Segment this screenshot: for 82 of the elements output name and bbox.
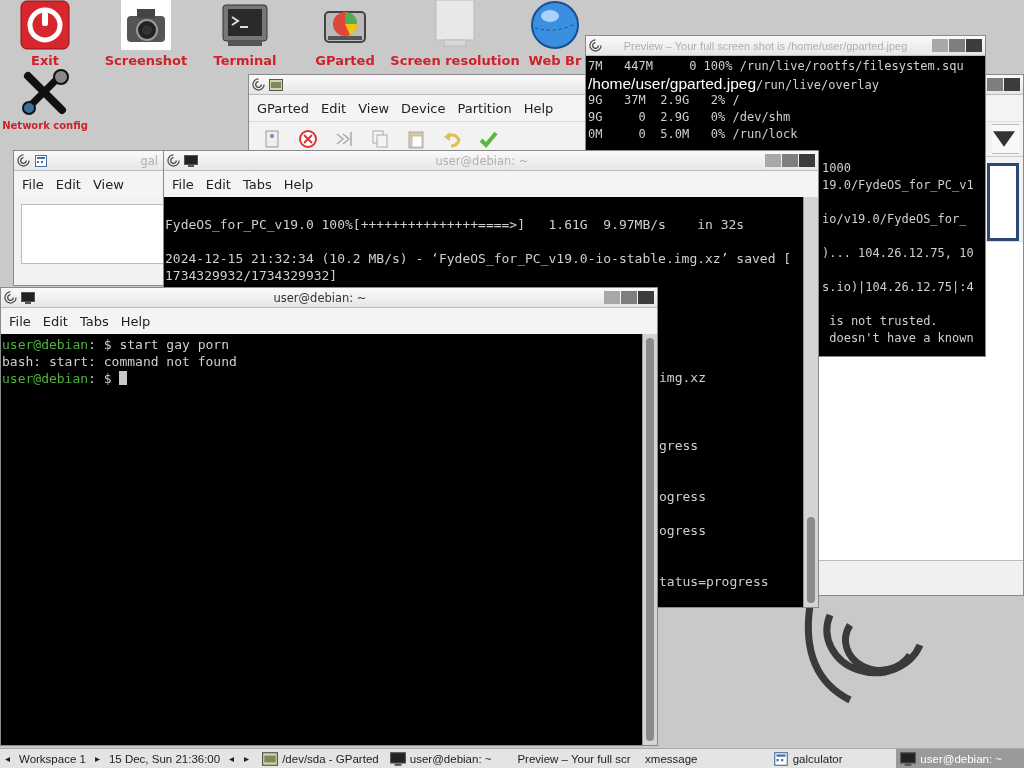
calculator-icon <box>34 154 48 167</box>
hard-drive-icon <box>262 751 279 766</box>
globe-icon[interactable] <box>530 0 580 50</box>
menu-item[interactable]: View <box>86 174 130 194</box>
scroll-right-button[interactable]: ▸ <box>239 753 255 764</box>
terminal-line: img.xz <box>659 369 706 386</box>
terminal-line: user@debian: $ <box>2 370 128 387</box>
terminal-line: user@debian: $ start gay porn <box>2 336 229 353</box>
clock[interactable]: 15 Dec, Sun 21:36:00 <box>104 752 225 765</box>
copy-icon[interactable] <box>369 128 391 150</box>
scrollbar[interactable] <box>803 197 818 607</box>
menu-item[interactable]: Help <box>277 174 320 194</box>
terminal-line: bash: start: command not found <box>2 353 237 370</box>
window-title: user@debian: ~ <box>272 290 368 305</box>
swirl-icon[interactable] <box>17 154 30 167</box>
window-title: gal <box>139 153 158 168</box>
terminal-line: is not trusted. <box>828 313 938 330</box>
menu-item[interactable]: View <box>352 98 396 118</box>
menu-item[interactable]: Tabs <box>236 174 278 194</box>
terminal-icon <box>900 751 917 766</box>
menu-item[interactable]: Help <box>114 311 157 331</box>
terminal-line: ogress <box>659 488 706 505</box>
taskbar-button[interactable]: user@debian: ~ <box>385 749 514 768</box>
taskbar-button[interactable]: /dev/sda - GParted <box>258 749 386 768</box>
swirl-icon[interactable] <box>252 78 265 91</box>
camera-icon[interactable] <box>121 0 171 50</box>
terminal-icon <box>184 154 198 167</box>
menu-item[interactable]: Edit <box>36 311 74 331</box>
terminal-line: gress <box>659 437 699 454</box>
terminal-line: 1000 <box>822 160 851 177</box>
menu-item[interactable]: Partition <box>451 98 518 118</box>
power-icon[interactable] <box>20 0 70 50</box>
swirl-icon[interactable] <box>4 291 17 304</box>
terminal-icon <box>21 291 35 304</box>
terminal-line: 0M 0 5.0M 0% /run/lock <box>588 126 798 143</box>
taskbar-button[interactable]: xmessage <box>641 749 769 768</box>
workspace-label[interactable]: Workspace 1 <box>15 752 90 765</box>
terminal-line: io/v19.0/FydeOS_for_ <box>822 211 967 228</box>
terminal-line: doesn't have a known <box>828 330 974 347</box>
scrollbar-thumb[interactable] <box>646 338 654 741</box>
terminal-line: FydeOS_for_PC_v19.0 100%[+++++++++++++++====>] 1.61G 9.97MB/s in 32s <box>165 216 745 233</box>
menu-item[interactable]: Device <box>395 98 452 118</box>
terminal-icon <box>389 751 406 766</box>
window-title: Preview – Your full screen shot is /home/user/gparted.jpeg <box>622 39 909 52</box>
terminal-line: /run/live/overlay <box>756 77 879 94</box>
hard-drive-icon <box>269 78 283 91</box>
taskbar-button[interactable]: galculator <box>768 749 897 768</box>
terminal-line: 7M 447M 0 100% /run/live/rootfs/filesystem.squ <box>588 58 964 75</box>
terminal-line: 9G 37M 2.9G 2% / <box>588 92 740 109</box>
window-title: user@debian: ~ <box>434 153 530 168</box>
terminal-line: 9G 0 2.9G 0% /dev/shm <box>588 109 791 126</box>
terminal-line: ogress <box>659 522 706 539</box>
paste-icon[interactable] <box>405 128 427 150</box>
menu-item[interactable]: Edit <box>315 98 353 118</box>
tools-icon[interactable] <box>20 68 70 118</box>
menu-item[interactable]: Tabs <box>73 311 115 331</box>
menu-item[interactable]: Edit <box>199 174 237 194</box>
taskbar-button[interactable]: Preview – Your full scr <box>513 749 642 768</box>
menu-item[interactable]: File <box>3 311 37 331</box>
scroll-left-button[interactable]: ◂ <box>224 753 240 764</box>
terminal-line: 19.0/FydeOS_for_PC_v1 <box>822 177 974 194</box>
menu-item[interactable]: File <box>16 174 50 194</box>
menu-item[interactable]: GParted <box>251 98 315 118</box>
swirl-icon[interactable] <box>589 39 602 52</box>
partition-graph[interactable] <box>987 163 1019 241</box>
calculator-icon <box>772 751 789 766</box>
scrollbar-thumb[interactable] <box>807 517 815 603</box>
menu-item[interactable]: Help <box>517 98 560 118</box>
swirl-icon[interactable] <box>167 154 180 167</box>
delete-icon[interactable] <box>297 128 319 150</box>
terminal-line: 2024-12-15 21:32:34 (10.2 MB/s) - ‘FydeOS_for_PC_v19.0-io-stable.img.xz’ saved [ <box>165 250 792 267</box>
terminal-line: 1734329932/1734329932] <box>165 267 338 284</box>
file-path-label: /home/user/gparted.jpeg <box>588 75 757 92</box>
scrollbar[interactable] <box>642 334 657 745</box>
previous-workspace-button[interactable]: ◂ <box>0 753 15 764</box>
menu-item[interactable]: Edit <box>49 174 87 194</box>
terminal-line: s.io)|104.26.12.75|:4 <box>822 279 974 296</box>
next-workspace-button[interactable]: ▸ <box>89 753 105 764</box>
device-dropdown[interactable] <box>992 124 1019 154</box>
terminal-line: )... 104.26.12.75, 10 <box>822 245 974 262</box>
terminal-line: tatus=progress <box>659 573 769 590</box>
menu-item[interactable]: File <box>166 174 200 194</box>
